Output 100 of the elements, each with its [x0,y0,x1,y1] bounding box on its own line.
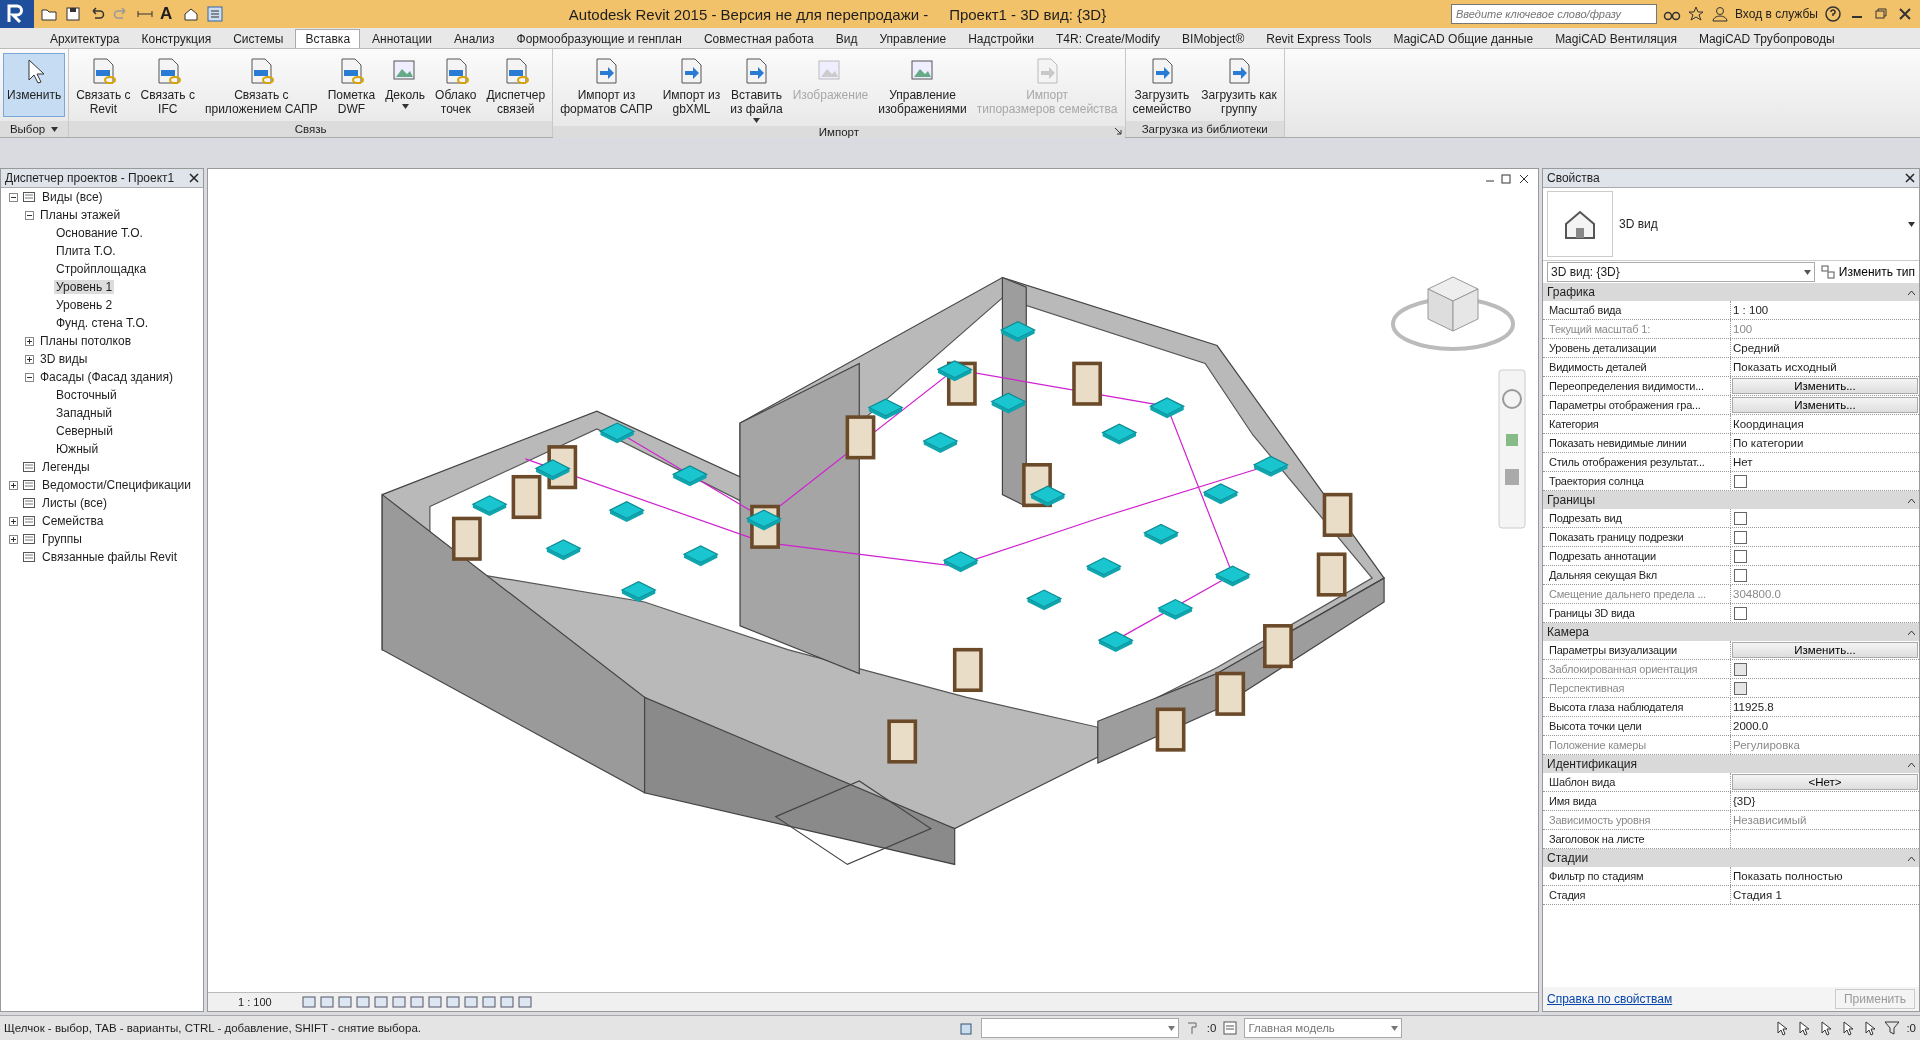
ribbon-button[interactable]: Изменить [3,53,66,117]
tree-item[interactable]: Виды (все) [40,190,105,204]
view-control-icon[interactable] [482,996,496,1008]
edit-button[interactable]: <Нет> [1732,774,1918,790]
collapse-icon[interactable] [25,372,34,382]
ribbon-tab[interactable]: Revit Express Tools [1256,29,1382,48]
checkbox[interactable] [1734,607,1747,620]
checkbox[interactable] [1734,550,1747,563]
ribbon-tab[interactable]: MagiCAD Общие данные [1383,29,1544,48]
ribbon-button[interactable]: Связать с IFC [136,53,199,119]
group-header[interactable]: Идентификация [1543,755,1919,773]
collapse-icon[interactable] [1908,761,1915,767]
ribbon-tab[interactable]: Архитектура [40,29,130,48]
checkbox[interactable] [1734,512,1747,525]
ribbon-tab[interactable]: Вставка [295,29,361,48]
edit-type-button[interactable]: Изменить тип [1820,265,1915,279]
ribbon-button[interactable]: Импорт из форматов САПР [556,53,657,119]
workset-dropdown[interactable]: Главная модель [1244,1018,1403,1038]
dialog-launcher-icon[interactable] [1113,127,1122,135]
view-control-icon[interactable] [320,996,334,1008]
group-header[interactable]: Стадии [1543,849,1919,867]
collapse-icon[interactable] [1908,289,1915,295]
view-control-icon[interactable] [356,996,370,1008]
close-icon[interactable] [1905,173,1915,183]
tree-item[interactable]: Планы потолков [38,334,133,348]
property-value[interactable]: Координация [1731,415,1919,433]
tree-item[interactable]: Стройплощадка [54,262,149,276]
ribbon-button[interactable]: Связать с Revit [72,53,135,119]
expand-icon[interactable] [25,336,34,346]
group-header[interactable]: Границы [1543,491,1919,509]
ribbon-button[interactable]: Связать с приложением САПР [200,53,322,119]
view-control-icon[interactable] [338,996,352,1008]
app-logo-icon[interactable] [0,0,34,28]
ribbon-button[interactable]: Вставить из файла [726,53,787,126]
ribbon-button[interactable]: Диспетчер связей [482,53,550,119]
help-icon[interactable] [1824,5,1842,23]
view-control-icon[interactable] [518,996,532,1008]
text-tool-icon[interactable]: A [160,4,176,24]
list-icon[interactable] [206,5,224,23]
ribbon-tab[interactable]: Надстройки [958,29,1044,48]
tree-item[interactable]: Легенды [40,460,92,474]
property-value[interactable]: 1 : 100 [1731,301,1919,319]
ribbon-tab[interactable]: Управление [869,29,957,48]
tree-item[interactable]: 3D виды [38,352,90,366]
view-control-icon[interactable] [464,996,478,1008]
tree-item[interactable]: Плита Т.О. [54,244,118,258]
ribbon-button[interactable]: Загрузить семейство [1128,53,1196,119]
ribbon-tab[interactable]: Системы [223,29,294,48]
filter-icon[interactable] [1884,1020,1901,1036]
tree-item[interactable]: Уровень 2 [54,298,115,312]
group-header[interactable]: Графика [1543,283,1919,301]
ribbon-tab[interactable]: Конструкция [131,29,222,48]
tree-item[interactable]: Южный [54,442,101,456]
tree-item[interactable]: Ведомости/Спецификации [40,478,193,492]
ribbon-tab[interactable]: Вид [825,29,868,48]
edit-button[interactable]: Изменить... [1732,397,1918,413]
save-icon[interactable] [64,5,82,23]
property-value[interactable]: 11925.8 [1731,698,1919,716]
property-value[interactable]: Стадия 1 [1731,886,1919,904]
help-link[interactable]: Справка по свойствам [1547,992,1673,1006]
star-icon[interactable] [1687,5,1705,23]
property-value[interactable]: Средний [1731,339,1919,357]
tree-item[interactable]: Северный [54,424,115,438]
search-field[interactable]: Введите ключевое слово/фразу [1451,4,1657,24]
checkbox[interactable] [1734,475,1747,488]
tree-item[interactable]: Уровень 1 [54,280,115,294]
tree-item[interactable]: Листы (все) [40,496,109,510]
property-value[interactable]: Показать полностью [1731,867,1919,885]
property-value[interactable]: Показать исходный [1731,358,1919,376]
view-control-icon[interactable] [374,996,388,1008]
tree-item[interactable]: Фунд. стена Т.О. [54,316,151,330]
ribbon-tab[interactable]: Анализ [444,29,505,48]
ribbon-button[interactable]: Импорт из gbXML [658,53,725,119]
group-header[interactable]: Камера [1543,623,1919,641]
tree-item[interactable]: Восточный [54,388,119,402]
ribbon-tab[interactable]: MagiCAD Трубопроводы [1688,29,1845,48]
tree-item[interactable]: Западный [54,406,115,420]
view-control-icon[interactable] [428,996,442,1008]
tree-item[interactable]: Планы этажей [38,208,123,222]
ribbon-button[interactable]: Облако точек [431,53,481,119]
ribbon-tab[interactable]: BIMobject® [1172,29,1255,48]
panel-title-bar[interactable]: Выбор [0,121,69,137]
view-control-icon[interactable] [410,996,424,1008]
ribbon-tab[interactable]: Формообразующие и генплан [506,29,692,48]
ribbon-tab[interactable]: Совместная работа [693,29,824,48]
property-value[interactable]: 2000.0 [1731,717,1919,735]
property-value[interactable]: По категории [1731,434,1919,452]
view-control-icon[interactable] [500,996,514,1008]
ribbon-tab[interactable]: T4R: Create/Modify [1046,29,1171,48]
tree-item[interactable]: Фасады (Фасад здания) [38,370,175,384]
tree-item[interactable]: Группы [40,532,84,546]
collapse-icon[interactable] [1908,855,1915,861]
tree-item[interactable]: Основание Т.О. [54,226,145,240]
ribbon-button[interactable]: Загрузить как группу [1197,53,1281,119]
collapse-icon[interactable] [9,192,18,202]
expand-icon[interactable] [25,354,34,364]
user-icon[interactable] [1711,5,1729,23]
ribbon-button[interactable]: Деколь [381,53,430,117]
edit-button[interactable]: Изменить... [1732,378,1918,394]
view-control-icon[interactable] [302,996,316,1008]
